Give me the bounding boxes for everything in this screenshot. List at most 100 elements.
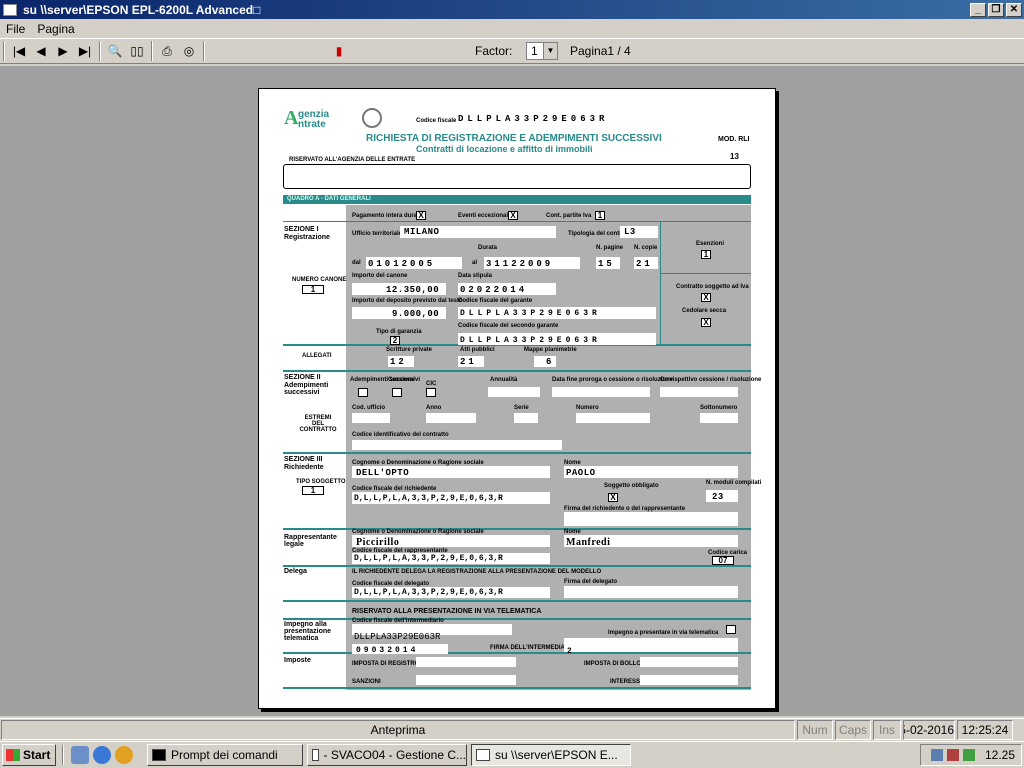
network-icon[interactable] [930, 749, 943, 761]
cod-uff-label: Cod. ufficio [352, 405, 385, 411]
cod-uff-field[interactable] [352, 413, 390, 423]
imposta-bollo-field[interactable] [640, 657, 738, 667]
prev-page-icon[interactable]: ◀ [30, 41, 52, 61]
cic-checkbox[interactable] [426, 388, 436, 397]
page-info: Pagina1 / 4 [570, 44, 631, 58]
sez2-subtitle: Adempimenti successivi [284, 382, 329, 396]
cod-ident-label: Codice identificativo del contratto [352, 432, 449, 438]
soggetto-label: Soggetto obbligato [604, 483, 659, 489]
impegno-checkbox[interactable] [726, 625, 736, 634]
divider [283, 452, 751, 454]
task-svaco[interactable]: - SVACO04 - Gestione C... [307, 744, 467, 766]
app-icon [3, 3, 17, 16]
sottonumero-label: Sottonumero [700, 405, 738, 411]
cedolare-checkbox[interactable]: X [701, 318, 711, 327]
rappr-title: Rappresentante [284, 534, 337, 541]
toolbar-separator [3, 41, 5, 61]
riservato-label: RISERVATO ALL'AGENZIA DELLE ENTRATE [289, 157, 416, 163]
mappe-label: Mappe planimetrie [524, 347, 577, 353]
toolbar-separator [151, 41, 153, 61]
emblem-icon [362, 108, 382, 128]
impegno-title: Impegno alla [284, 621, 327, 628]
impegno-title2: presentazione [284, 628, 332, 635]
sanzioni-field[interactable] [416, 675, 516, 685]
esenzioni-label: Esenzioni [696, 241, 725, 247]
export-icon[interactable]: ◎ [178, 41, 200, 61]
start-label: Start [23, 748, 51, 762]
cf-label: Codice fiscale [416, 118, 457, 124]
data-impegno-value: 09032014 [356, 646, 419, 655]
estremi-label: ESTREMI DEL CONTRATTO [299, 415, 337, 433]
firma-interm-field[interactable] [564, 638, 738, 652]
firma-field[interactable] [564, 512, 738, 526]
divider [283, 687, 751, 689]
corrispettivo-field[interactable] [660, 387, 738, 397]
npagine-label: N. pagine [596, 245, 624, 251]
importo-deposito-value: 9.000,00 [392, 309, 440, 319]
tipo-garanzia-box[interactable]: 2 [390, 336, 400, 345]
cod-ident-field[interactable] [352, 440, 562, 450]
factor-select[interactable]: 1 ▼ [526, 42, 558, 60]
proroga-field[interactable] [552, 387, 650, 397]
desktop-icon[interactable] [71, 746, 89, 764]
status-time: 12:25:24 [957, 720, 1013, 740]
serie-field[interactable] [514, 413, 538, 423]
codice-carica-box[interactable]: 07 [712, 556, 734, 565]
modello-num: 13 [730, 152, 739, 161]
firma-delegato-field[interactable] [564, 586, 738, 598]
npagine-value: 15 [598, 259, 615, 269]
imposta-reg-field[interactable] [416, 657, 516, 667]
minimize-button[interactable]: _ [970, 2, 986, 17]
menu-file[interactable]: File [0, 22, 31, 36]
shield-icon[interactable] [962, 749, 975, 761]
sottonumero-field[interactable] [700, 413, 738, 423]
eventi-label: Eventi eccezionali [458, 213, 510, 219]
book-icon[interactable]: ▯▯ [126, 41, 148, 61]
mappe-field[interactable] [534, 356, 556, 367]
last-page-icon[interactable]: ▶| [74, 41, 96, 61]
window-title: su \\server\EPSON EPL-6200L Advanced□ [23, 2, 261, 17]
firma-interm-value: 2 [567, 647, 573, 656]
exit-icon[interactable]: ▮ [328, 41, 350, 61]
start-button[interactable]: Start [2, 744, 56, 766]
riservato-box [283, 164, 751, 189]
impegno-label: Impegno a presentare in via telematica [608, 630, 719, 636]
first-page-icon[interactable]: |◀ [8, 41, 30, 61]
form-title: RICHIESTA DI REGISTRAZIONE E ADEMPIMENTI… [366, 133, 662, 144]
anno-field[interactable] [426, 413, 476, 423]
cont-checkbox[interactable]: 1 [595, 211, 605, 220]
numero-label: Numero [576, 405, 599, 411]
security-icon[interactable] [946, 749, 959, 761]
media-player-icon[interactable] [115, 746, 133, 764]
pagamento-checkbox[interactable]: X [416, 211, 426, 220]
tipo-soggetto-box[interactable]: 1 [302, 486, 324, 495]
task-epson[interactable]: su \\server\EPSON E... [471, 744, 631, 766]
interessi-field[interactable] [640, 675, 738, 685]
tipo-soggetto-label: TIPO SOGGETTO [296, 479, 346, 485]
next-page-icon[interactable]: ▶ [52, 41, 74, 61]
ie-icon[interactable] [93, 746, 111, 764]
close-button[interactable]: ✕ [1006, 2, 1022, 17]
annualita-field[interactable] [488, 387, 540, 397]
soggetto-checkbox[interactable]: X [608, 493, 618, 502]
numero-field[interactable] [576, 413, 650, 423]
esenzioni-checkbox[interactable]: 1 [701, 250, 711, 259]
menu-pagina[interactable]: Pagina [31, 22, 80, 36]
cf-interm-value: DLLPLA33P29E063R [354, 632, 441, 642]
riservato-tel: RISERVATO ALLA PRESENTAZIONE IN VIA TELE… [352, 608, 542, 615]
print-icon[interactable]: ⎙ [156, 41, 178, 61]
zoom-icon[interactable]: 🔍 [104, 41, 126, 61]
ncopie-value: 21 [636, 259, 653, 269]
adempimenti-checkbox[interactable] [358, 388, 368, 397]
task-svaco-label: - SVACO04 - Gestione C... [323, 748, 467, 762]
numero-canone-box[interactable]: 1 [302, 285, 324, 294]
contratto-soggetto-checkbox[interactable]: X [701, 293, 711, 302]
eventi-checkbox[interactable]: X [508, 211, 518, 220]
window-icon [312, 749, 319, 761]
divider [661, 273, 751, 274]
task-prompt[interactable]: Prompt dei comandi [147, 744, 303, 766]
maximize-button[interactable]: ❐ [988, 2, 1004, 17]
cf-rich-value: D,L,L,P,L,A,3,3,P,2,9,E,0,6,3,R [354, 494, 503, 503]
cessione-checkbox[interactable] [392, 388, 402, 397]
chevron-down-icon[interactable]: ▼ [543, 43, 557, 59]
